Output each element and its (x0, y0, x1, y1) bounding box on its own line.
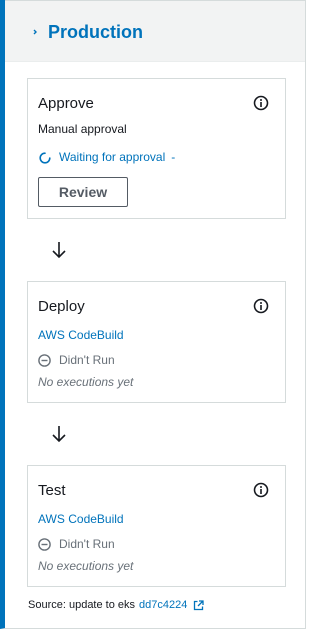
status-separator: - (171, 150, 176, 164)
source-info: Source: update to eks dd7c4224 (28, 598, 204, 612)
source-label: Source: update to eks (28, 599, 136, 611)
provider-link[interactable]: AWS CodeBuild (38, 512, 124, 527)
action-card-deploy: Deploy AWS CodeBuild Didn't Run No execu… (27, 281, 286, 403)
arrow-down-icon (50, 240, 68, 260)
info-icon[interactable] (253, 298, 269, 314)
circle-minus-icon (38, 354, 51, 367)
status-waiting: Waiting for approval - (38, 150, 175, 165)
action-title: Approve (38, 95, 94, 112)
stage-title[interactable]: Production (48, 21, 143, 43)
action-title: Deploy (38, 298, 85, 315)
executions-text: No executions yet (38, 559, 134, 573)
status-text: Didn't Run (59, 353, 115, 367)
pipeline-stage: Production Approve Manual approval Waiti… (0, 0, 306, 629)
commit-link[interactable]: dd7c4224 (139, 598, 187, 612)
provider-link[interactable]: AWS CodeBuild (38, 328, 124, 343)
status-not-run: Didn't Run (38, 537, 115, 552)
action-card-test: Test AWS CodeBuild Didn't Run No executi… (27, 465, 286, 587)
stage-header: Production (5, 0, 305, 62)
action-title: Test (38, 482, 66, 499)
collapse-caret-icon[interactable] (29, 26, 41, 38)
action-card-approve: Approve Manual approval Waiting for appr… (27, 78, 286, 219)
info-icon[interactable] (253, 482, 269, 498)
review-button[interactable]: Review (38, 177, 128, 207)
status-not-run: Didn't Run (38, 353, 115, 368)
action-subtitle: Manual approval (38, 122, 127, 136)
circle-minus-icon (38, 538, 51, 551)
spinner-icon (38, 151, 51, 164)
arrow-down-icon (50, 424, 68, 444)
external-link-icon[interactable] (193, 599, 204, 611)
executions-text: No executions yet (38, 375, 134, 389)
status-text: Didn't Run (59, 537, 115, 551)
info-icon[interactable] (253, 95, 269, 111)
status-text: Waiting for approval (59, 150, 166, 164)
